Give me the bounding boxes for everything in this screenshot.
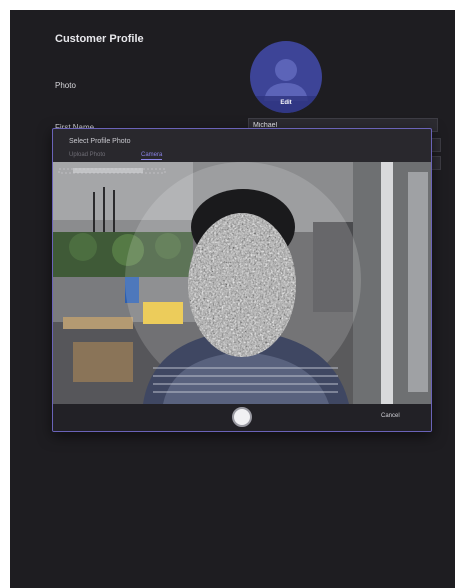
shutter-icon[interactable] xyxy=(232,407,252,427)
form-field-edge xyxy=(431,156,441,170)
customer-profile-screen: Customer Profile Photo Edit First Name S… xyxy=(10,10,455,588)
photo-label: Photo xyxy=(55,81,76,90)
tab-upload-photo[interactable]: Upload Photo xyxy=(69,152,105,158)
tab-camera[interactable]: Camera xyxy=(141,152,163,160)
camera-controls-bar: Cancel xyxy=(53,404,431,431)
cancel-button[interactable]: Cancel xyxy=(381,413,400,419)
avatar-edit-label: Edit xyxy=(280,100,292,106)
profile-avatar[interactable]: Edit xyxy=(250,41,322,113)
camera-preview xyxy=(53,162,431,404)
dialog-title: Select Profile Photo xyxy=(69,138,131,145)
page-title: Customer Profile xyxy=(55,33,144,45)
form-field-edge xyxy=(431,138,441,152)
camera-preview-image xyxy=(53,162,431,404)
select-profile-photo-dialog: Select Profile Photo Upload Photo Camera xyxy=(52,128,432,432)
